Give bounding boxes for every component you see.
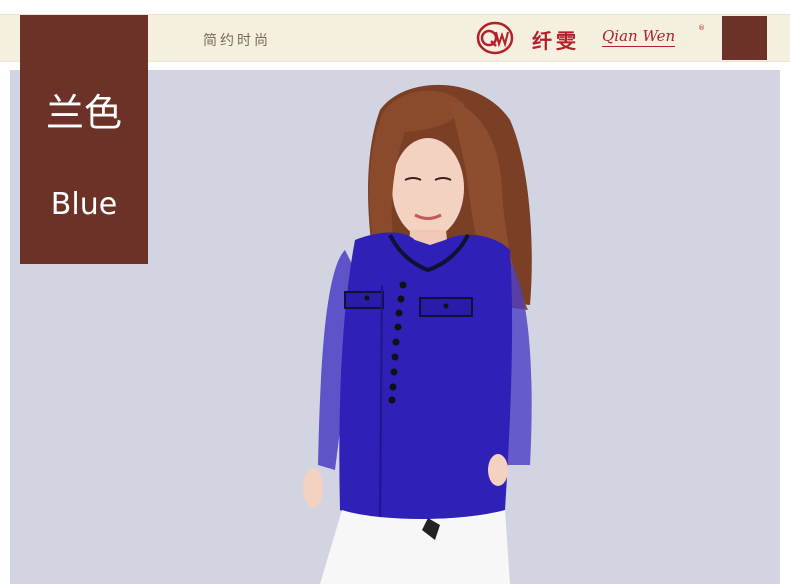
- registered-mark: ®: [698, 24, 705, 32]
- color-tag: 兰色 Blue: [20, 15, 148, 264]
- corner-square: [722, 16, 767, 60]
- color-name-en: Blue: [50, 187, 118, 222]
- hand-right: [488, 454, 508, 486]
- brand-name-cn: 纤雯: [532, 29, 580, 53]
- brand-name-en: Qian Wen: [602, 27, 676, 47]
- brand-logo: 纤雯 Qian Wen ®: [476, 19, 716, 57]
- face: [392, 138, 464, 238]
- trousers: [320, 510, 510, 584]
- blouse-body: [339, 232, 513, 522]
- slogan-text: 简约时尚: [203, 33, 271, 49]
- pocket-left: [344, 291, 384, 309]
- brand-monogram-icon: [476, 21, 514, 55]
- color-name-cn: 兰色: [45, 91, 122, 135]
- hand-left: [303, 468, 323, 508]
